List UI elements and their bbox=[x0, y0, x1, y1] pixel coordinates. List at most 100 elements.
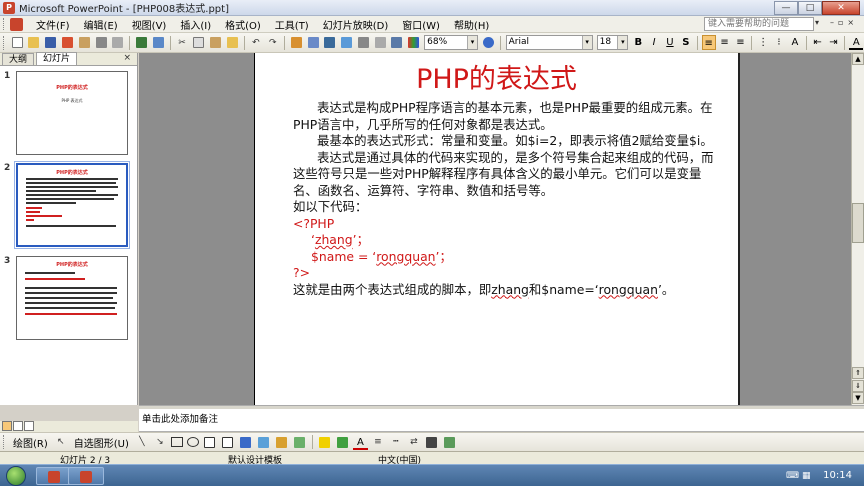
menu-help[interactable]: 帮助(H) bbox=[447, 17, 496, 32]
expand-all-icon[interactable] bbox=[356, 35, 371, 51]
font-combo[interactable]: Arial ▾ bbox=[505, 35, 593, 50]
line-style-icon[interactable]: ≡ bbox=[370, 434, 386, 450]
slide-title[interactable]: PHP的表达式 bbox=[255, 57, 738, 96]
color-grayscale-icon[interactable] bbox=[406, 35, 421, 51]
maximize-button[interactable]: □ bbox=[798, 0, 822, 15]
insert-table-icon[interactable] bbox=[306, 35, 321, 51]
menu-insert[interactable]: 插入(I) bbox=[173, 17, 218, 32]
thumbnail-slide-2[interactable]: 2 PHP的表达式 bbox=[4, 161, 130, 249]
bold-button[interactable]: B bbox=[631, 35, 645, 50]
zoom-combo[interactable]: 68% ▾ bbox=[424, 35, 478, 50]
bullets-icon[interactable]: ⁝ bbox=[772, 35, 786, 50]
doc-restore-icon[interactable]: ▫ bbox=[838, 18, 843, 27]
open-icon[interactable] bbox=[27, 35, 42, 51]
hyperlink-icon[interactable] bbox=[339, 35, 354, 51]
menu-grip[interactable] bbox=[3, 18, 6, 30]
scroll-up-icon[interactable]: ▲ bbox=[852, 53, 864, 65]
line-color-icon[interactable] bbox=[335, 434, 351, 450]
slide-sorter-view-icon[interactable] bbox=[13, 421, 23, 431]
tab-slides[interactable]: 幻灯片 bbox=[36, 52, 78, 65]
thumbnail-slide-1[interactable]: 1 PHP的表达式 PHP 表达式 bbox=[4, 71, 128, 155]
menu-edit[interactable]: 编辑(E) bbox=[77, 17, 125, 32]
menu-format[interactable]: 格式(O) bbox=[218, 17, 268, 32]
tray-keyboard-icon[interactable]: ⌨ bbox=[786, 471, 799, 481]
font-dropdown-icon[interactable]: ▾ bbox=[581, 36, 592, 49]
help-search-input[interactable]: 键入需要帮助的问题 bbox=[704, 17, 814, 31]
taskbar-app-1[interactable] bbox=[36, 467, 72, 485]
increase-font-icon[interactable]: A bbox=[788, 35, 802, 50]
print-icon[interactable] bbox=[94, 35, 109, 51]
wordart-icon[interactable] bbox=[238, 434, 254, 450]
cut-icon[interactable]: ✂ bbox=[175, 35, 190, 51]
document-icon[interactable] bbox=[10, 17, 23, 31]
prev-slide-icon[interactable]: ⇑ bbox=[852, 367, 864, 379]
tab-outline[interactable]: 大纲 bbox=[2, 53, 35, 65]
redo-icon[interactable]: ↷ bbox=[265, 35, 280, 51]
menu-slideshow[interactable]: 幻灯片放映(D) bbox=[316, 17, 396, 32]
research-icon[interactable] bbox=[151, 35, 166, 51]
help-dropdown-icon[interactable]: ▾ bbox=[815, 18, 825, 27]
scroll-thumb[interactable] bbox=[852, 203, 864, 243]
notes-pane[interactable]: 单击此处添加备注 bbox=[139, 409, 864, 432]
draw-font-color-icon[interactable]: A bbox=[352, 435, 368, 450]
align-center-icon[interactable]: ≡ bbox=[718, 35, 732, 50]
copy-icon[interactable] bbox=[191, 35, 206, 51]
vertical-textbox-icon[interactable] bbox=[220, 434, 236, 450]
line-icon[interactable]: ╲ bbox=[134, 434, 150, 450]
taskbar-app-2[interactable] bbox=[68, 467, 104, 485]
format-painter-icon[interactable] bbox=[225, 35, 240, 51]
next-slide-icon[interactable]: ⇓ bbox=[852, 380, 864, 392]
insert-chart-icon[interactable] bbox=[289, 35, 304, 51]
autoshapes-menu[interactable]: 自选图形(U) bbox=[70, 435, 133, 450]
normal-view-icon[interactable] bbox=[2, 421, 12, 431]
email-icon[interactable] bbox=[77, 35, 92, 51]
menu-tools[interactable]: 工具(T) bbox=[268, 17, 316, 32]
arrow-icon[interactable]: ↘ bbox=[152, 434, 168, 450]
menu-view[interactable]: 视图(V) bbox=[125, 17, 174, 32]
italic-button[interactable]: I bbox=[647, 35, 661, 50]
underline-button[interactable]: U bbox=[663, 35, 677, 50]
doc-minimize-icon[interactable]: – bbox=[830, 18, 834, 27]
tray-network-icon[interactable]: ▦ bbox=[802, 471, 811, 481]
doc-close-icon[interactable]: × bbox=[847, 18, 854, 27]
paste-icon[interactable] bbox=[208, 35, 223, 51]
draw-menu[interactable]: 绘图(R) bbox=[9, 435, 52, 450]
close-button[interactable]: ✕ bbox=[822, 0, 860, 15]
zoom-dropdown-icon[interactable]: ▾ bbox=[466, 36, 477, 49]
pane-close-icon[interactable]: × bbox=[123, 53, 131, 63]
font-size-dropdown-icon[interactable]: ▾ bbox=[617, 36, 628, 49]
scroll-down-icon[interactable]: ▼ bbox=[852, 392, 864, 404]
diagram-icon[interactable] bbox=[256, 434, 272, 450]
help-icon[interactable] bbox=[481, 35, 496, 51]
minimize-button[interactable]: — bbox=[774, 0, 798, 15]
align-left-icon[interactable]: ≡ bbox=[701, 35, 716, 50]
decrease-indent-icon[interactable]: ⇤ bbox=[811, 35, 825, 50]
menu-file[interactable]: 文件(F) bbox=[29, 17, 77, 32]
shadow-style-icon[interactable] bbox=[424, 434, 440, 450]
toolbar-grip[interactable] bbox=[3, 35, 6, 50]
oval-icon[interactable] bbox=[186, 437, 199, 447]
vertical-scrollbar[interactable]: ▲ ⇑ ⇓ ▼ bbox=[851, 53, 864, 405]
select-objects-icon[interactable]: ↖ bbox=[53, 434, 69, 450]
tables-borders-icon[interactable] bbox=[323, 35, 338, 51]
numbering-icon[interactable]: ⋮ bbox=[756, 35, 770, 50]
spelling-icon[interactable] bbox=[134, 35, 149, 51]
print-preview-icon[interactable] bbox=[110, 35, 125, 51]
picture-icon[interactable] bbox=[292, 434, 308, 450]
slideshow-view-icon[interactable] bbox=[24, 421, 34, 431]
slide-body-textbox[interactable]: 表达式是构成PHP程序语言的基本元素，也是PHP最重要的组成元素。在PHP语言中… bbox=[293, 100, 725, 298]
start-button[interactable] bbox=[6, 466, 26, 486]
font-size-combo[interactable]: 18 ▾ bbox=[596, 35, 629, 50]
new-icon[interactable] bbox=[10, 35, 25, 51]
rectangle-icon[interactable] bbox=[170, 437, 183, 447]
save-icon[interactable] bbox=[43, 35, 58, 51]
dash-style-icon[interactable]: ┅ bbox=[388, 434, 404, 450]
font-color-icon[interactable]: A bbox=[849, 35, 864, 50]
shadow-button[interactable]: S bbox=[679, 35, 693, 50]
slide-canvas[interactable]: PHP的表达式 表达式是构成PHP程序语言的基本元素，也是PHP最重要的组成元素… bbox=[254, 53, 740, 405]
drawbar-grip[interactable] bbox=[3, 435, 6, 449]
clipart-icon[interactable] bbox=[274, 434, 290, 450]
3d-style-icon[interactable] bbox=[442, 434, 458, 450]
clock[interactable]: 10:14 bbox=[823, 470, 852, 481]
thumbnail-slide-3[interactable]: 3 PHP的表达式 bbox=[4, 256, 128, 340]
